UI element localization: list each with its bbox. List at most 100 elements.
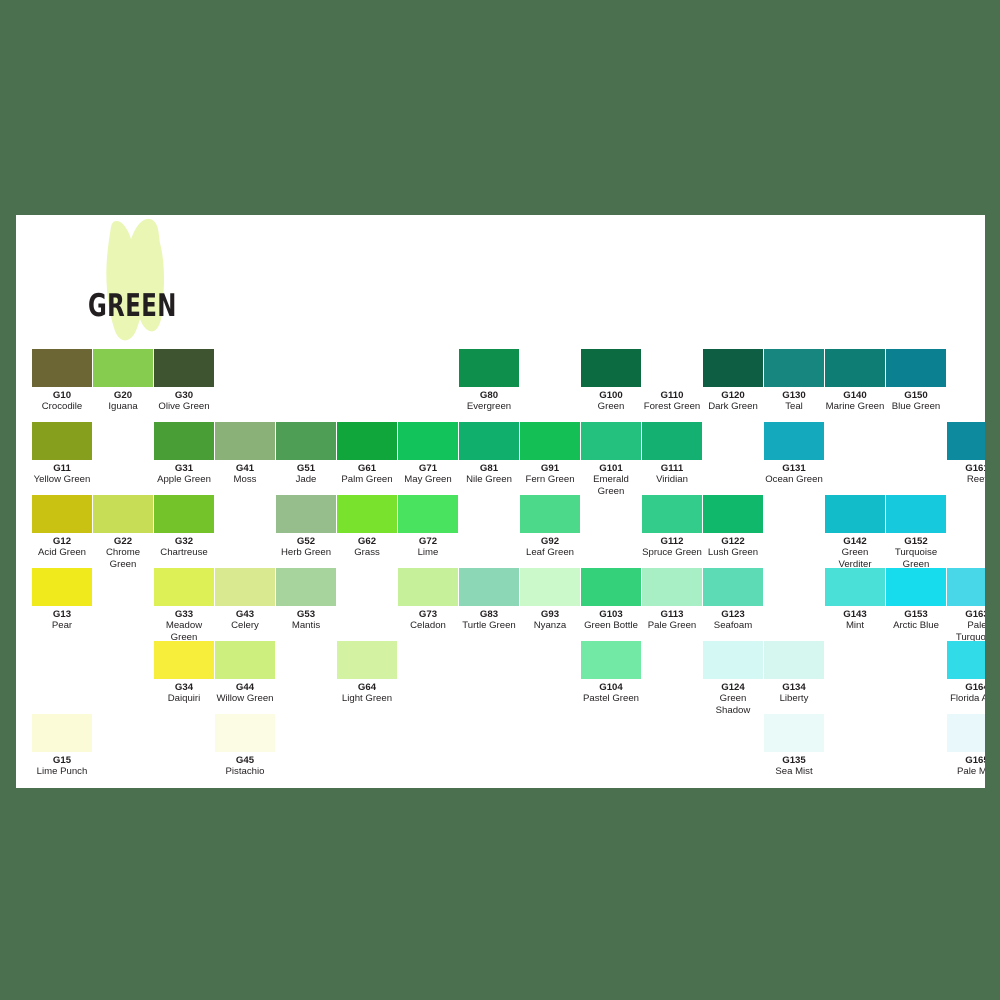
swatch-g161[interactable]: G161Reef <box>946 422 985 486</box>
swatch-color-chip[interactable] <box>581 349 641 387</box>
swatch-g92[interactable]: G92 Leaf Green <box>519 495 581 559</box>
swatch-g131[interactable]: G131 Ocean Green <box>763 422 825 486</box>
swatch-color-chip[interactable] <box>947 714 985 752</box>
swatch-g143[interactable]: G143 Mint <box>824 568 886 632</box>
swatch-color-chip[interactable] <box>93 349 153 387</box>
swatch-g44[interactable]: G44 Willow Green <box>214 641 276 705</box>
swatch-color-chip[interactable] <box>398 422 458 460</box>
swatch-color-chip[interactable] <box>703 349 763 387</box>
swatch-g140[interactable]: G140 Marine Green <box>824 349 886 413</box>
swatch-g11[interactable]: G11 Yellow Green <box>31 422 93 486</box>
swatch-g100[interactable]: G100 Green <box>580 349 642 413</box>
swatch-g45[interactable]: G45 Pistachio <box>214 714 276 778</box>
swatch-g13[interactable]: G13 Pear <box>31 568 93 632</box>
swatch-g41[interactable]: G41 Moss <box>214 422 276 486</box>
swatch-color-chip[interactable] <box>337 641 397 679</box>
swatch-color-chip[interactable] <box>764 422 824 460</box>
swatch-color-chip[interactable] <box>703 568 763 606</box>
swatch-g62[interactable]: G62 Grass <box>336 495 398 559</box>
swatch-g61[interactable]: G61 Palm Green <box>336 422 398 486</box>
swatch-color-chip[interactable] <box>276 422 336 460</box>
swatch-color-chip[interactable] <box>154 422 214 460</box>
swatch-color-chip[interactable] <box>764 714 824 752</box>
swatch-g22[interactable]: G22 Chrome Green <box>92 495 154 570</box>
swatch-g73[interactable]: G73 Celadon <box>397 568 459 632</box>
swatch-g83[interactable]: G83 Turtle Green <box>458 568 520 632</box>
swatch-color-chip[interactable] <box>947 641 985 679</box>
swatch-color-chip[interactable] <box>825 495 885 533</box>
swatch-g33[interactable]: G33 Meadow Green <box>153 568 215 643</box>
swatch-color-chip[interactable] <box>398 568 458 606</box>
swatch-color-chip[interactable] <box>703 495 763 533</box>
swatch-color-chip[interactable] <box>337 495 397 533</box>
swatch-g12[interactable]: G12 Acid Green <box>31 495 93 559</box>
swatch-color-chip[interactable] <box>154 568 214 606</box>
swatch-color-chip[interactable] <box>642 422 702 460</box>
swatch-color-chip[interactable] <box>886 495 946 533</box>
swatch-g34[interactable]: G34 Daiquiri <box>153 641 215 705</box>
swatch-color-chip[interactable] <box>154 349 214 387</box>
swatch-g32[interactable]: G32 Chartreuse <box>153 495 215 559</box>
swatch-g150[interactable]: G150 Blue Green <box>885 349 947 413</box>
swatch-g130[interactable]: G130 Teal <box>763 349 825 413</box>
swatch-color-chip[interactable] <box>825 349 885 387</box>
swatch-color-chip[interactable] <box>154 495 214 533</box>
swatch-color-chip[interactable] <box>520 495 580 533</box>
swatch-g64[interactable]: G64 Light Green <box>336 641 398 705</box>
swatch-color-chip[interactable] <box>276 568 336 606</box>
swatch-g71[interactable]: G71 May Green <box>397 422 459 486</box>
swatch-g30[interactable]: G30 Olive Green <box>153 349 215 413</box>
swatch-g10[interactable]: G10 Crocodile <box>31 349 93 413</box>
swatch-color-chip[interactable] <box>947 422 985 460</box>
swatch-g53[interactable]: G53 Mantis <box>275 568 337 632</box>
swatch-g135[interactable]: G135 Sea Mist <box>763 714 825 778</box>
swatch-color-chip[interactable] <box>32 422 92 460</box>
swatch-g101[interactable]: G101 Emerald Green <box>580 422 642 497</box>
swatch-g80[interactable]: G80 Evergreen <box>458 349 520 413</box>
swatch-g164[interactable]: G164Florida Aqua <box>946 641 985 705</box>
swatch-g153[interactable]: G153 Arctic Blue <box>885 568 947 632</box>
swatch-g112[interactable]: G112 Spruce Green <box>641 495 703 559</box>
swatch-color-chip[interactable] <box>947 568 985 606</box>
swatch-color-chip[interactable] <box>520 422 580 460</box>
swatch-g122[interactable]: G122 Lush Green <box>702 495 764 559</box>
swatch-g152[interactable]: G152 Turquoise Green <box>885 495 947 570</box>
swatch-color-chip[interactable] <box>32 495 92 533</box>
swatch-g113[interactable]: G113 Pale Green <box>641 568 703 632</box>
swatch-color-chip[interactable] <box>581 641 641 679</box>
swatch-color-chip[interactable] <box>459 349 519 387</box>
swatch-color-chip[interactable] <box>764 349 824 387</box>
swatch-g124[interactable]: G124 Green Shadow <box>702 641 764 716</box>
swatch-g43[interactable]: G43 Celery <box>214 568 276 632</box>
swatch-g51[interactable]: G51 Jade <box>275 422 337 486</box>
swatch-color-chip[interactable] <box>93 495 153 533</box>
swatch-g93[interactable]: G93 Nyanza <box>519 568 581 632</box>
swatch-g163[interactable]: G163Pale Turquoise <box>946 568 985 643</box>
swatch-color-chip[interactable] <box>642 568 702 606</box>
swatch-g120[interactable]: G120 Dark Green <box>702 349 764 413</box>
swatch-color-chip[interactable] <box>215 568 275 606</box>
swatch-color-chip[interactable] <box>215 422 275 460</box>
swatch-color-chip[interactable] <box>581 422 641 460</box>
swatch-color-chip[interactable] <box>276 495 336 533</box>
swatch-color-chip[interactable] <box>764 641 824 679</box>
swatch-color-chip[interactable] <box>886 349 946 387</box>
swatch-g142[interactable]: G142 Green Verditer <box>824 495 886 570</box>
swatch-g104[interactable]: G104 Pastel Green <box>580 641 642 705</box>
swatch-color-chip[interactable] <box>642 349 702 387</box>
swatch-g72[interactable]: G72 Lime <box>397 495 459 559</box>
swatch-color-chip[interactable] <box>215 641 275 679</box>
swatch-color-chip[interactable] <box>886 568 946 606</box>
swatch-color-chip[interactable] <box>459 422 519 460</box>
swatch-g123[interactable]: G123 Seafoam <box>702 568 764 632</box>
swatch-color-chip[interactable] <box>32 568 92 606</box>
swatch-color-chip[interactable] <box>520 568 580 606</box>
swatch-g15[interactable]: G15 Lime Punch <box>31 714 93 778</box>
swatch-g134[interactable]: G134 Liberty <box>763 641 825 705</box>
swatch-g103[interactable]: G103 Green Bottle <box>580 568 642 632</box>
swatch-color-chip[interactable] <box>581 568 641 606</box>
swatch-color-chip[interactable] <box>154 641 214 679</box>
swatch-color-chip[interactable] <box>32 714 92 752</box>
swatch-color-chip[interactable] <box>337 422 397 460</box>
swatch-color-chip[interactable] <box>703 641 763 679</box>
